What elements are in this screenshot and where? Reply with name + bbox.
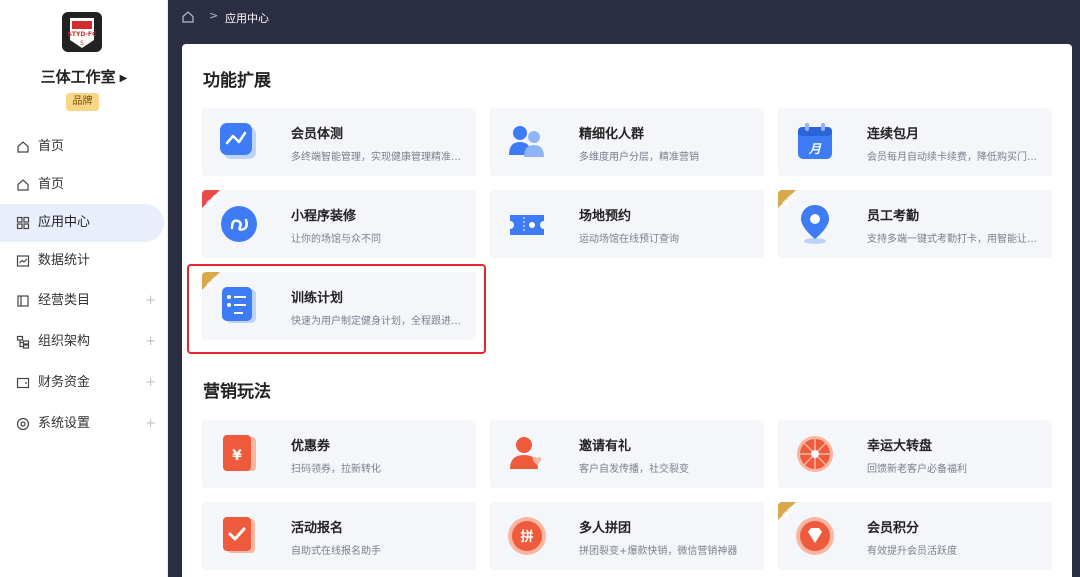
card-title: 幸运大转盘 xyxy=(867,439,933,454)
crowd-icon xyxy=(509,126,544,157)
card-title: 会员体测 xyxy=(291,127,344,142)
app-card-member-test[interactable]: 会员体测 多终端智能管理，实现健康管理精准数... xyxy=(202,108,476,176)
home-icon xyxy=(17,141,29,153)
section-title-features: 功能扩展 xyxy=(203,71,271,91)
expand-icon[interactable]: + xyxy=(145,280,156,321)
app-card-coupon[interactable]: ¥ 优惠券 扫码领券，拉新转化 xyxy=(202,420,476,488)
breadcrumb: 应用中心 xyxy=(225,12,269,25)
sidebar-item-category[interactable]: 经营类目 + xyxy=(0,280,168,321)
app-card-wheel[interactable]: 幸运大转盘 回馈新老客户必备福利 xyxy=(778,420,1052,488)
sidebar-item-label: 系统设置 xyxy=(38,416,91,431)
category-icon xyxy=(17,295,29,307)
svg-text:S: S xyxy=(80,40,84,47)
app-card-attendance[interactable]: 最新 员工考勤 支持多端一键式考勤打卡，用智能让管... xyxy=(778,190,1052,258)
wheel-icon xyxy=(797,436,833,472)
org-icon xyxy=(16,335,30,349)
card-desc: 让你的场馆与众不同 xyxy=(291,234,381,245)
invite-icon xyxy=(510,437,542,469)
brand-badge: 品牌 xyxy=(66,93,99,111)
sidebar-item-home-2[interactable]: 首页 xyxy=(0,166,168,204)
card-desc: 运动场馆在线预订查询 xyxy=(579,234,679,245)
sidebar-item-finance[interactable]: 财务资金 + xyxy=(0,362,168,403)
card-title: 精细化人群 xyxy=(579,127,645,142)
ribbon-badge: 最热 xyxy=(202,190,230,218)
fitness-test-icon xyxy=(220,123,256,159)
group-buy-icon-glyph: 拼 xyxy=(520,529,533,545)
sidebar-item-app-center[interactable]: 应用中心 xyxy=(0,204,164,242)
card-desc: 扫码领券，拉新转化 xyxy=(291,464,381,475)
signup-icon xyxy=(223,517,255,553)
card-desc: 有效提升会员活跃度 xyxy=(867,546,957,557)
venue-ticket-icon xyxy=(510,215,544,235)
app-card-signup[interactable]: 活动报名 自助式在线报名助手 xyxy=(202,502,476,570)
top-bar: > 应用中心 xyxy=(168,0,1080,34)
expand-icon[interactable]: + xyxy=(145,403,156,444)
caret-right-icon: ▶ xyxy=(119,73,128,84)
wallet-icon xyxy=(16,377,30,389)
card-title: 邀请有礼 xyxy=(579,439,632,454)
app-card-monthly[interactable]: 月 连续包月 会员每月自动续卡续费，降低购买门槛... xyxy=(778,108,1052,176)
sidebar-item-home[interactable]: 首页 xyxy=(0,128,168,166)
app-card-invite[interactable]: 邀请有礼 客户自发传播，社交裂变 xyxy=(490,420,764,488)
card-title: 连续包月 xyxy=(867,127,920,142)
card-title: 优惠券 xyxy=(291,439,331,454)
ribbon-badge: 最新 xyxy=(778,502,806,530)
sidebar-nav: 首页 首页 应用中心 数据统计 经营类目 + 组织架构 + 财务资金 + 系统设… xyxy=(0,128,168,444)
sidebar-item-settings[interactable]: 系统设置 + xyxy=(0,403,168,444)
ribbon-badge: 最新 xyxy=(778,190,806,218)
coupon-icon: ¥ xyxy=(223,435,256,471)
settings-icon xyxy=(16,417,30,431)
sidebar-item-organization[interactable]: 组织架构 + xyxy=(0,321,168,362)
studio-switcher[interactable]: 三体工作室 ▶ xyxy=(0,66,168,87)
home-icon xyxy=(17,179,29,191)
sidebar-item-label: 经营类目 xyxy=(38,293,91,308)
card-title: 活动报名 xyxy=(291,521,344,536)
sidebar-item-label: 首页 xyxy=(38,177,65,192)
grid-icon xyxy=(16,216,30,230)
sidebar-item-label: 财务资金 xyxy=(38,375,91,390)
card-desc: 支持多端一键式考勤打卡，用智能让管... xyxy=(867,234,1045,245)
home-icon[interactable] xyxy=(181,10,195,24)
svg-text:月: 月 xyxy=(808,142,822,156)
svg-text:¥: ¥ xyxy=(232,448,242,464)
card-title: 多人拼团 xyxy=(579,521,632,536)
card-desc: 回馈新老客户必备福利 xyxy=(867,464,967,475)
sidebar: STYD-FC S 三体工作室 ▶ 品牌 首页 首页 应用中心 数据统计 经营类目… xyxy=(0,0,168,577)
chart-icon xyxy=(16,255,30,267)
sidebar-item-label: 首页 xyxy=(38,139,65,154)
card-desc: 多终端智能管理，实现健康管理精准数... xyxy=(291,152,469,163)
sidebar-item-label: 组织架构 xyxy=(38,334,91,349)
chevron-right-icon: > xyxy=(209,9,219,22)
card-desc: 多维度用户分层，精准营销 xyxy=(579,152,699,163)
app-card-group-buy[interactable]: 拼 多人拼团 拼团裂变+爆款快销，微信营销神器 xyxy=(490,502,764,570)
card-title: 场地预约 xyxy=(579,209,632,224)
sidebar-item-statistics[interactable]: 数据统计 xyxy=(0,242,168,280)
app-card-points[interactable]: 最新 会员积分 有效提升会员活跃度 xyxy=(778,502,1052,570)
sidebar-item-label: 数据统计 xyxy=(38,253,91,268)
section-title-marketing: 营销玩法 xyxy=(203,382,271,402)
sidebar-item-label: 应用中心 xyxy=(38,215,91,230)
card-title: 小程序装修 xyxy=(291,209,357,224)
card-desc: 拼团裂变+爆款快销，微信营销神器 xyxy=(579,546,738,557)
studio-name: 三体工作室 xyxy=(40,68,116,86)
card-desc: 自助式在线报名助手 xyxy=(291,546,381,557)
calendar-icon: 月 xyxy=(798,123,832,159)
app-card-miniprogram[interactable]: 最热 小程序装修 让你的场馆与众不同 xyxy=(202,190,476,258)
card-desc: 客户自发传播，社交裂变 xyxy=(579,464,689,475)
expand-icon[interactable]: + xyxy=(145,362,156,403)
highlight-box xyxy=(187,264,486,354)
card-title: 员工考勤 xyxy=(867,209,920,224)
card-title: 会员积分 xyxy=(867,521,920,536)
app-card-crowd[interactable]: 精细化人群 多维度用户分层，精准营销 xyxy=(490,108,764,176)
svg-text:STYD-FC: STYD-FC xyxy=(68,31,97,38)
card-desc: 会员每月自动续卡续费，降低购买门槛... xyxy=(867,152,1045,163)
expand-icon[interactable]: + xyxy=(145,321,156,362)
brand-logo[interactable]: STYD-FC S xyxy=(60,10,104,54)
app-card-venue[interactable]: 场地预约 运动场馆在线预订查询 xyxy=(490,190,764,258)
group-buy-icon: 拼 xyxy=(508,517,546,555)
